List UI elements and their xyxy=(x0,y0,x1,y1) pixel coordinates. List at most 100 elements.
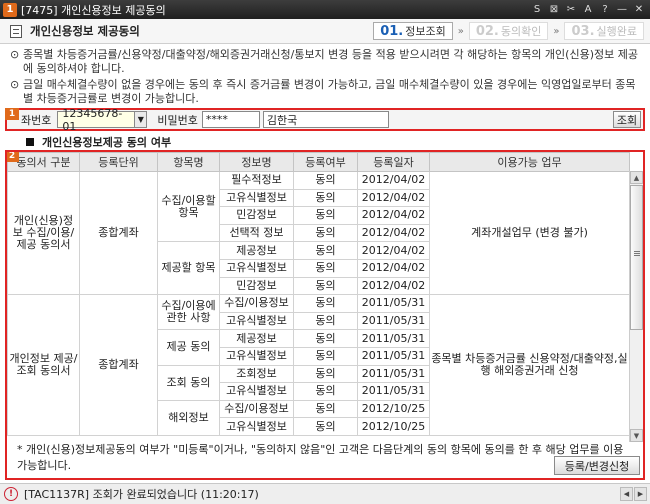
status-cell: 동의 xyxy=(293,188,358,208)
item-cell: 해외정보 xyxy=(157,399,220,436)
scroll-thumb[interactable] xyxy=(630,185,643,330)
header-cell[interactable]: 항목명 xyxy=(157,152,220,172)
info-cell: 수집/이용정보 xyxy=(219,294,294,313)
scroll-down-icon[interactable]: ▼ xyxy=(630,429,643,442)
consent-grid-panel: 동의서 구분 등록단위 항목명 정보명 등록여부 등록일자 이용가능 업무 개인… xyxy=(5,150,645,480)
circle-bullet-icon: ⊙ xyxy=(10,48,20,61)
info-cell: 고유식별정보 xyxy=(219,417,294,436)
step-1: 01. 정보조회 xyxy=(373,22,453,40)
close-icon[interactable]: ✕ xyxy=(632,2,646,16)
info-cell: 고유식별정보 xyxy=(219,311,294,331)
status-cell: 동의 xyxy=(293,382,358,401)
notice-item: ⊙ 금일 매수체결수량이 없을 경우에는 동의 후 즉시 증거금률 변경이 가능… xyxy=(10,78,636,105)
info-cell: 고유식별정보 xyxy=(219,188,294,208)
account-select[interactable]: 12345678-01 xyxy=(57,107,136,133)
section-title: 개인신용정보제공 동의 여부 xyxy=(26,134,171,150)
table-header-row: 동의서 구분 등록단위 항목명 정보명 등록여부 등록일자 이용가능 업무 xyxy=(7,152,630,172)
info-cell: 민감정보 xyxy=(219,206,294,225)
info-cell: 고유식별정보 xyxy=(219,382,294,401)
scissors-icon[interactable]: ✂ xyxy=(564,2,578,16)
header-cell[interactable]: 정보명 xyxy=(219,152,294,172)
status-scroll-buttons: ◀ ▶ xyxy=(620,487,647,501)
date-cell: 2012/04/02 xyxy=(357,276,430,296)
chevron-right-icon: » xyxy=(457,25,464,37)
password-field[interactable]: **** xyxy=(201,111,260,128)
info-cell: 조회정보 xyxy=(219,364,294,384)
item-cell: 제공 동의 xyxy=(157,329,220,366)
date-cell: 2011/05/31 xyxy=(357,346,430,366)
scroll-left-icon[interactable]: ◀ xyxy=(620,487,633,501)
info-cell: 제공정보 xyxy=(219,329,294,348)
screen-header: 개인신용정보 제공동의 01. 정보조회 » 02. 동의확인 » 03. 실행완료 xyxy=(0,19,650,44)
notice-panel: ⊙ 종목별 차등증거금률/신용약정/대출약정/해외증권거래신청/통보지 변경 등… xyxy=(0,45,650,108)
font-size-icon[interactable]: A xyxy=(581,2,595,16)
date-cell: 2011/05/31 xyxy=(357,382,430,401)
step-3: 03. 실행완료 xyxy=(564,22,644,40)
app-number-badge: 1 xyxy=(3,2,17,17)
item-cell: 수집/이용할 항목 xyxy=(157,170,220,243)
query-button[interactable]: 조회 xyxy=(613,111,641,128)
table-row[interactable]: 개인정보 제공/조회 동의서 종합계좌 수집/이용에 관한 사항 수집/이용정보… xyxy=(7,294,630,436)
date-cell: 2011/05/31 xyxy=(357,329,430,348)
unit-cell: 종합계좌 xyxy=(79,170,158,296)
password-label: 비밀번호 xyxy=(157,113,198,127)
section-2-badge: 2 xyxy=(7,152,19,162)
item-cell: 조회 동의 xyxy=(157,364,220,401)
status-cell: 동의 xyxy=(293,223,358,243)
status-bar: ! [TAC1137R] 조회가 완료되었습니다 (11:20:17) ◀ ▶ xyxy=(0,483,650,504)
unit-cell: 종합계좌 xyxy=(79,294,158,436)
chevron-down-icon[interactable]: ▼ xyxy=(135,111,148,128)
info-cell: 필수적정보 xyxy=(219,171,294,190)
status-cell: 동의 xyxy=(293,258,358,278)
status-cell: 동의 xyxy=(293,294,358,313)
status-cell: 동의 xyxy=(293,206,358,225)
window-titlebar: 1 [7475] 개인신용정보 제공동의 S ⊠ ✂ A ? — ✕ xyxy=(0,0,650,19)
date-cell: 2012/04/02 xyxy=(357,241,430,260)
info-cell: 고유식별정보 xyxy=(219,258,294,278)
header-cell[interactable]: 등록단위 xyxy=(79,152,158,172)
step-2: 02. 동의확인 xyxy=(468,22,549,40)
circle-bullet-icon: ⊙ xyxy=(10,78,20,91)
date-cell: 2011/05/31 xyxy=(357,364,430,384)
consent-type-cell: 개인(신용)정보 수집/이용/제공 동의서 xyxy=(7,170,80,296)
status-cell: 동의 xyxy=(293,171,358,190)
scroll-up-icon[interactable]: ▲ xyxy=(630,171,643,184)
info-cell: 제공정보 xyxy=(219,241,294,260)
account-query-bar: 1 좌번호 12345678-01 ▼ 비밀번호 **** 김한국 조회 xyxy=(5,107,645,133)
document-icon xyxy=(10,24,22,38)
account-label: 좌번호 xyxy=(21,113,52,127)
scroll-right-icon[interactable]: ▶ xyxy=(634,487,647,501)
status-cell: 동의 xyxy=(293,241,358,260)
status-cell: 동의 xyxy=(293,346,358,366)
sync-icon[interactable]: S xyxy=(530,2,544,16)
info-cell: 민감정보 xyxy=(219,276,294,296)
square-bullet-icon xyxy=(26,138,34,146)
register-change-button[interactable]: 등록/변경신청 xyxy=(554,456,640,475)
header-cell[interactable]: 등록일자 xyxy=(357,152,430,172)
date-cell: 2012/04/02 xyxy=(357,188,430,208)
grid-footnote: * 개인(신용)정보제공동의 여부가 "미등록"이거나, "동의하지 않음"인 … xyxy=(17,443,624,472)
step-indicator: 01. 정보조회 » 02. 동의확인 » 03. 실행완료 xyxy=(373,22,644,40)
minimize-icon[interactable]: — xyxy=(615,2,629,16)
item-cell: 수집/이용에 관한 사항 xyxy=(157,294,220,331)
date-cell: 2012/10/25 xyxy=(357,417,430,436)
help-icon[interactable]: ? xyxy=(598,2,612,16)
service-cell: 계좌개설업무 (변경 불가) xyxy=(429,170,630,296)
screen-icon[interactable]: ⊠ xyxy=(547,2,561,16)
header-cell[interactable]: 등록여부 xyxy=(293,152,358,172)
date-cell: 2012/10/25 xyxy=(357,399,430,419)
account-holder-name: 김한국 xyxy=(262,111,389,128)
header-cell[interactable]: 이용가능 업무 xyxy=(429,152,630,172)
chevron-right-icon: » xyxy=(553,25,560,37)
consent-table: 동의서 구분 등록단위 항목명 정보명 등록여부 등록일자 이용가능 업무 개인… xyxy=(7,152,630,436)
status-cell: 동의 xyxy=(293,417,358,436)
service-cell: 종목별 차등증거금률 신용약정/대출약정,실행 해외증권거래 신청 xyxy=(429,294,630,436)
grid-scrollbar[interactable]: ▲ ▼ xyxy=(629,171,643,442)
info-cell: 선택적 정보 xyxy=(219,223,294,243)
status-message: [TAC1137R] 조회가 완료되었습니다 (11:20:17) xyxy=(24,488,259,501)
date-cell: 2011/05/31 xyxy=(357,311,430,331)
status-cell: 동의 xyxy=(293,276,358,296)
consent-type-cell: 개인정보 제공/조회 동의서 xyxy=(7,294,80,436)
info-cell: 고유식별정보 xyxy=(219,346,294,366)
table-row[interactable]: 개인(신용)정보 수집/이용/제공 동의서 종합계좌 수집/이용할 항목 필수적… xyxy=(7,170,630,296)
